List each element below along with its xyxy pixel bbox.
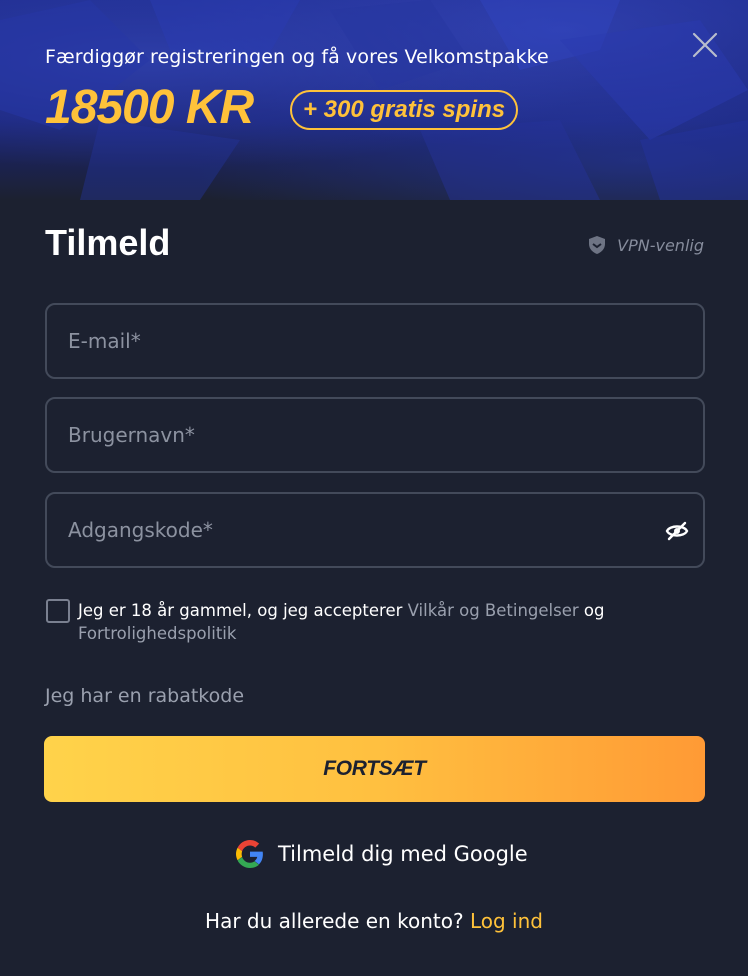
username-field-container: [45, 397, 705, 473]
vpn-badge: VPN-venlig: [587, 235, 704, 255]
promo-banner: Færdiggør registreringen og få vores Vel…: [0, 0, 748, 200]
password-field-container: [45, 492, 705, 568]
shield-icon: [589, 236, 606, 254]
close-icon: [692, 32, 718, 58]
bonus-amount: 18500 KR: [45, 81, 254, 134]
promo-subtitle: Færdiggør registreringen og få vores Vel…: [45, 46, 549, 68]
toggle-password-visibility-button[interactable]: [665, 519, 689, 543]
eye-off-icon: [665, 521, 689, 541]
terms-and: og: [578, 601, 605, 620]
terms-checkbox[interactable]: [46, 599, 70, 623]
password-input[interactable]: [47, 494, 703, 566]
promo-code-link[interactable]: Jeg har en rabatkode: [45, 685, 244, 707]
privacy-link[interactable]: Fortrolighedspolitik: [78, 624, 236, 643]
login-prompt: Har du allerede en konto? Log ind: [0, 909, 748, 933]
terms-link[interactable]: Vilkår og Betingelser: [408, 601, 579, 620]
terms-prefix: Jeg er 18 år gammel, og jeg accepterer: [78, 601, 408, 620]
google-signup-label: Tilmeld dig med Google: [278, 842, 528, 866]
email-field-container: [45, 303, 705, 379]
vpn-label: VPN-venlig: [617, 235, 704, 255]
close-button[interactable]: [690, 30, 720, 60]
username-input[interactable]: [47, 399, 703, 471]
continue-button[interactable]: FORTSÆT: [44, 736, 705, 802]
login-prompt-text: Har du allerede en konto?: [205, 909, 470, 933]
login-link[interactable]: Log ind: [470, 909, 543, 933]
free-spins-badge: + 300 gratis spins: [290, 90, 519, 130]
page-title: Tilmeld: [45, 222, 171, 263]
google-icon: [236, 840, 263, 868]
email-input[interactable]: [47, 305, 703, 377]
google-signup-button[interactable]: Tilmeld dig med Google: [236, 840, 528, 868]
terms-text: Jeg er 18 år gammel, og jeg accepterer V…: [78, 599, 678, 645]
